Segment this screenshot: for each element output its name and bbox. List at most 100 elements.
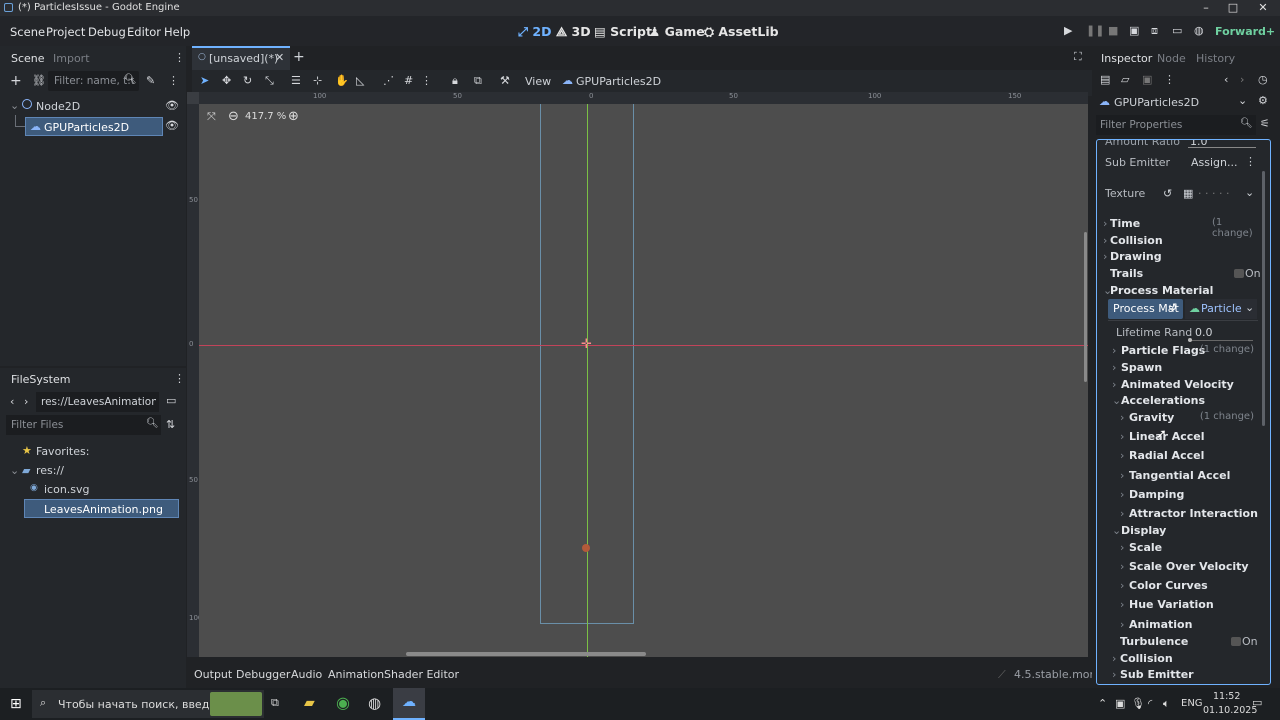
vertical-scrollbar[interactable] — [1084, 232, 1087, 382]
pivot-icon[interactable]: ⊹ — [313, 74, 322, 87]
new-resource-icon[interactable]: ▤ — [1100, 73, 1110, 86]
distraction-free-icon[interactable]: ⛶ — [1074, 50, 1082, 64]
visibility-eye-icon[interactable]: 👁︎ — [165, 119, 179, 132]
filter-files-input[interactable]: Filter Files 🔍︎ — [6, 415, 161, 435]
menu-editor[interactable]: Editor — [127, 25, 161, 39]
split-view-icon[interactable]: ▭ — [166, 394, 176, 407]
windows-start-icon[interactable]: ⊞ — [10, 696, 22, 712]
scale-tool-icon[interactable]: ⤡ — [265, 74, 274, 88]
section-sub-emitter[interactable]: › Sub Emitter — [1108, 668, 1258, 684]
more-icon[interactable]: ⋮ — [168, 74, 179, 87]
amount-ratio-slider[interactable] — [1188, 147, 1256, 148]
movie-maker-icon[interactable]: ◍ — [1194, 24, 1204, 37]
subsection-attractor-interaction[interactable]: › Attractor Interaction — [1116, 507, 1258, 524]
app-icon[interactable]: ◍ — [368, 694, 381, 712]
tray-app-icon[interactable]: ▣ — [1115, 697, 1125, 710]
folder-res[interactable]: res:// — [36, 464, 64, 477]
language-indicator[interactable]: ENG — [1181, 698, 1203, 709]
subsection-scale[interactable]: › Scale — [1116, 541, 1258, 558]
revert-icon[interactable]: ↺ — [1163, 187, 1172, 200]
filesystem-path-input[interactable]: res://LeavesAnimation.pn — [36, 392, 159, 412]
save-resource-icon[interactable]: ▣ — [1142, 73, 1152, 86]
maximize-button[interactable]: □ — [1226, 1, 1240, 14]
play-scene-icon[interactable]: ⧈ — [1151, 24, 1158, 38]
filter-properties-input[interactable]: Filter Properties 🔍︎ — [1096, 115, 1256, 135]
tab-output[interactable]: Output — [194, 668, 232, 681]
open-resource-icon[interactable]: ▱ — [1121, 73, 1129, 86]
menu-help[interactable]: Help — [164, 25, 190, 39]
subsection-radial-accel[interactable]: › Radial Accel — [1116, 449, 1258, 466]
play-custom-scene-icon[interactable]: ▭ — [1172, 24, 1182, 37]
section-collision[interactable]: › Collision — [1100, 234, 1260, 250]
move-tool-icon[interactable]: ✥ — [222, 74, 231, 87]
network-icon[interactable]: ◜ — [1148, 697, 1152, 710]
godot-taskbar-button[interactable]: ☁ — [393, 688, 425, 720]
stop-icon[interactable]: ■ — [1108, 24, 1118, 37]
view-menu[interactable]: View — [525, 75, 551, 88]
kebab-icon[interactable]: ⋮ — [174, 51, 185, 64]
more-icon[interactable]: ⋮ — [1164, 73, 1175, 86]
slider-grabber[interactable] — [1188, 338, 1192, 342]
subsection-hue-variation[interactable]: › Hue Variation — [1116, 598, 1258, 615]
clock-time[interactable]: 11:52 — [1213, 691, 1240, 702]
notifications-icon[interactable]: ▭ — [1252, 696, 1262, 709]
chevron-down-icon[interactable]: ⌄ — [1245, 186, 1254, 199]
minimize-button[interactable]: – — [1199, 1, 1213, 14]
section-collision-2[interactable]: › Collision — [1108, 652, 1258, 668]
subsection-gravity[interactable]: › Gravity (1 change) — [1116, 411, 1258, 428]
close-tab-icon[interactable]: ✕ — [275, 51, 284, 64]
tab-scene[interactable]: Scene — [11, 52, 45, 65]
version-label[interactable]: 4.5.stable.mono — [1014, 668, 1103, 681]
process-mat-resource[interactable]: ☁ Particle ⌄ — [1185, 299, 1257, 319]
smart-snap-icon[interactable]: ⋰ — [383, 74, 394, 87]
visibility-eye-icon[interactable]: 👁︎ — [165, 99, 179, 112]
tab-debugger[interactable]: Debugger — [236, 668, 290, 681]
zoom-out-icon[interactable]: ⊖ — [228, 109, 239, 124]
inspector-scrollbar[interactable] — [1262, 171, 1265, 426]
file-icon-svg[interactable]: icon.svg — [44, 483, 90, 496]
section-drawing[interactable]: › Drawing — [1100, 250, 1260, 266]
workspace-script[interactable]: ▤ Script — [594, 24, 652, 39]
snap-options-icon[interactable]: ⋮ — [421, 74, 432, 87]
select-tool-icon[interactable]: ➤ — [200, 74, 209, 87]
history-forward-icon[interactable]: › — [1240, 73, 1244, 86]
volume-icon[interactable]: 🔈︎ — [1163, 697, 1170, 711]
favorites-label[interactable]: Favorites: — [36, 445, 89, 458]
subsection-spawn[interactable]: › Spawn — [1108, 361, 1258, 378]
section-turbulence[interactable]: Turbulence On — [1108, 635, 1258, 651]
section-time[interactable]: › Time (1 change) — [1100, 217, 1260, 239]
grid-snap-icon[interactable]: # — [404, 74, 413, 87]
menu-debug[interactable]: Debug — [88, 25, 126, 39]
workspace-2d[interactable]: ⤢ 2D — [518, 24, 551, 40]
tray-chevron-up-icon[interactable]: ⌃ — [1098, 697, 1107, 710]
play-icon[interactable]: ▶ — [1064, 24, 1072, 37]
tab-inspector[interactable]: Inspector — [1101, 52, 1152, 65]
assign-button[interactable]: Assign... — [1191, 156, 1238, 169]
section-process-material[interactable]: ⌄ Process Material — [1100, 284, 1260, 300]
subsection-tangential-accel[interactable]: › Tangential Accel — [1116, 469, 1258, 486]
tab-import[interactable]: Import — [53, 52, 90, 65]
pause-icon[interactable]: ❚❚ — [1086, 24, 1104, 37]
add-tab-icon[interactable]: + — [293, 49, 305, 65]
rotate-tool-icon[interactable]: ↻ — [243, 74, 252, 87]
object-history-icon[interactable]: ◷ — [1258, 73, 1268, 86]
kebab-icon[interactable]: ⋮ — [174, 372, 185, 385]
close-window-button[interactable]: ✕ — [1256, 1, 1270, 14]
script-attach-icon[interactable]: ✎ — [146, 74, 155, 87]
back-arrow-icon[interactable]: ‹ — [10, 395, 14, 408]
horizontal-scrollbar[interactable] — [406, 652, 646, 656]
tab-audio[interactable]: Audio — [291, 668, 322, 681]
revert-icon[interactable]: ↺ — [1168, 301, 1177, 314]
tree-node-gpuparticles2d[interactable]: ☁ GPUParticles2D — [25, 117, 163, 136]
subsection-color-curves[interactable]: › Color Curves — [1116, 579, 1258, 596]
task-view-icon[interactable]: ⧉ — [271, 696, 279, 710]
tab-history[interactable]: History — [1196, 52, 1235, 65]
clock-date[interactable]: 01.10.2025 — [1203, 705, 1257, 716]
sort-icon[interactable]: ⇅ — [166, 418, 175, 431]
forward-arrow-icon[interactable]: › — [24, 395, 28, 408]
pan-tool-icon[interactable]: ✋ — [335, 74, 349, 87]
chevron-down-icon[interactable]: ⌄ — [1238, 94, 1247, 107]
bone-icon[interactable]: ⚒ — [500, 74, 510, 87]
subsection-damping[interactable]: › Damping — [1116, 488, 1258, 505]
checkbox[interactable] — [1231, 637, 1241, 646]
